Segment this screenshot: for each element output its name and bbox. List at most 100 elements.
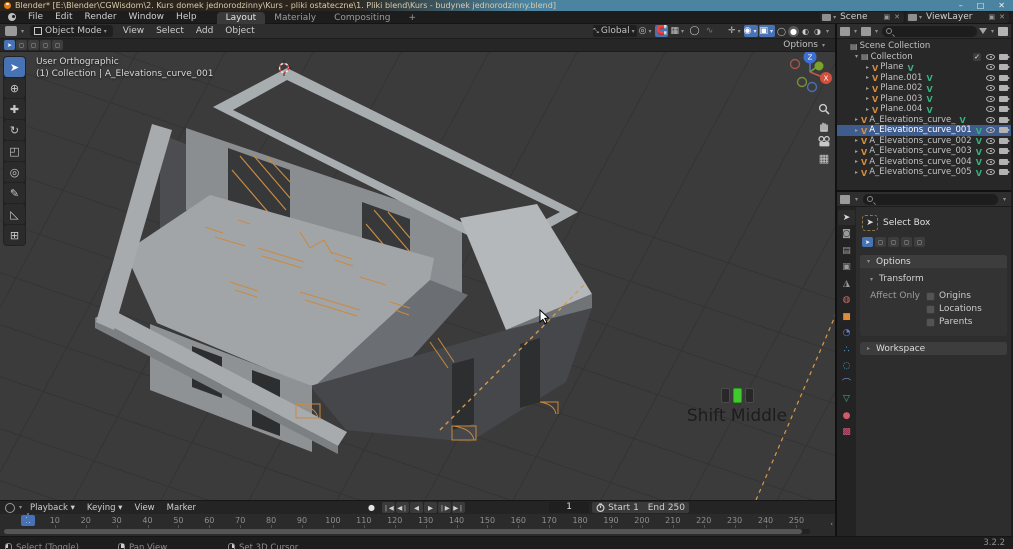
tool-cursor[interactable]: ⊕ xyxy=(4,78,25,98)
outliner-row-a-elevations-curve-002[interactable]: ▸ɅA_Elevations_curve_002Ʌ xyxy=(837,136,1011,147)
proportional-falloff-selector[interactable]: ∿ xyxy=(703,25,716,37)
properties-tab-tool[interactable]: ➤ xyxy=(838,210,855,225)
expand-icon[interactable]: ▸ xyxy=(863,85,872,92)
checkbox-locations[interactable] xyxy=(926,305,935,314)
hide-in-viewport-icon[interactable] xyxy=(986,75,995,81)
hide-in-viewport-icon[interactable] xyxy=(986,54,995,60)
shading-solid-button[interactable]: ● xyxy=(788,26,799,37)
jump-to-start-button[interactable]: ❘◀ xyxy=(382,502,395,513)
properties-tab-world[interactable]: ◍ xyxy=(838,293,855,308)
properties-tab-modifiers[interactable]: ◔ xyxy=(838,326,855,341)
viewport-3d-canvas[interactable]: Z X User Orthographic (1) C xyxy=(0,52,835,500)
select-mode-new[interactable]: ➤ xyxy=(4,40,15,50)
hide-in-viewport-icon[interactable] xyxy=(986,117,995,123)
menu-edit[interactable]: Edit xyxy=(49,12,78,22)
minimize-button[interactable]: – xyxy=(959,1,963,10)
blender-menu-icon[interactable] xyxy=(6,13,17,22)
properties-tab-material[interactable]: ● xyxy=(838,408,855,423)
options-dropdown[interactable]: Options ▾ xyxy=(783,40,831,50)
checkbox-origins[interactable] xyxy=(926,292,935,301)
select-mode-extend[interactable]: ◻ xyxy=(16,40,27,50)
workspace-tab-compositing[interactable]: Compositing xyxy=(325,12,399,24)
jump-to-end-button[interactable]: ▶❘ xyxy=(452,502,465,513)
disable-in-renders-icon[interactable] xyxy=(999,117,1008,123)
expand-icon[interactable]: ▸ xyxy=(863,64,872,71)
properties-tab-texture[interactable]: ▩ xyxy=(838,425,855,440)
timeline-scrollbar[interactable] xyxy=(4,529,810,534)
disable-in-renders-icon[interactable] xyxy=(999,169,1008,175)
select-mode-extend[interactable]: ◻ xyxy=(875,237,886,247)
camera-view-icon[interactable] xyxy=(816,134,832,149)
expand-icon[interactable]: ▸ xyxy=(852,127,861,134)
expand-icon[interactable]: ▸ xyxy=(852,148,861,155)
select-mode-invert[interactable]: ◻ xyxy=(40,40,51,50)
play-reverse-button[interactable]: ◀ xyxy=(410,502,423,513)
select-mode-new[interactable]: ➤ xyxy=(862,237,873,247)
outliner-row-plane[interactable]: ▸ɅPlaneɅ xyxy=(837,62,1011,73)
select-mode-invert[interactable]: ◻ xyxy=(901,237,912,247)
timeline-menu-keying[interactable]: Keying ▾ xyxy=(81,503,129,513)
hide-in-viewport-icon[interactable] xyxy=(986,64,995,70)
outliner-row-a-elevations-curve-003[interactable]: ▸ɅA_Elevations_curve_003Ʌ xyxy=(837,146,1011,157)
properties-tab-object-data[interactable]: ▽ xyxy=(838,392,855,407)
outliner-row-a-elevations-curve-[interactable]: ▸ɅA_Elevations_curve_Ʌ xyxy=(837,115,1011,126)
viewport-menu-view[interactable]: View xyxy=(117,26,150,36)
play-button[interactable]: ▶ xyxy=(424,502,437,513)
show-overlays-toggle[interactable]: ◉▾ xyxy=(744,25,759,37)
display-mode-icon[interactable] xyxy=(861,27,871,36)
transform-subpanel-header[interactable]: ▾ Transform xyxy=(864,272,1003,288)
workspace-panel-header[interactable]: ▸ Workspace xyxy=(860,342,1007,355)
disable-in-renders-icon[interactable] xyxy=(999,138,1008,144)
outliner-row-plane-003[interactable]: ▸ɅPlane.003Ʌ xyxy=(837,94,1011,105)
tool-add-cube[interactable]: ⊞ xyxy=(4,225,25,245)
proportional-editing-toggle[interactable]: ◯ xyxy=(688,25,701,37)
timeline-ruler[interactable]: 1 10203040506070809010011012013014015016… xyxy=(0,514,835,528)
pan-view-hand-icon[interactable] xyxy=(816,118,832,133)
menu-window[interactable]: Window xyxy=(123,12,171,22)
snap-to-selector[interactable]: ▦▾ xyxy=(670,25,686,37)
close-button[interactable]: ✕ xyxy=(998,1,1005,10)
frame-range-fields[interactable]: Start 1 End 250 xyxy=(592,502,689,513)
current-frame-field[interactable]: 1 xyxy=(549,502,589,513)
properties-search-input[interactable] xyxy=(863,194,998,205)
disable-in-renders-icon[interactable] xyxy=(999,64,1008,70)
hide-in-viewport-icon[interactable] xyxy=(986,96,995,102)
shading-rendered-button[interactable]: ◑ xyxy=(812,26,823,37)
hide-in-viewport-icon[interactable] xyxy=(986,159,995,165)
properties-tab-particles[interactable]: ∴ xyxy=(838,342,855,357)
tool-scale[interactable]: ◰ xyxy=(4,141,25,161)
disable-in-renders-icon[interactable] xyxy=(999,106,1008,112)
orientation-selector[interactable]: ⤡ Global ▾ xyxy=(593,25,636,37)
timeline-menu-view[interactable]: View xyxy=(128,503,160,513)
hide-in-viewport-icon[interactable] xyxy=(986,85,995,91)
hide-in-viewport-icon[interactable] xyxy=(986,148,995,154)
expand-icon[interactable]: ▸ xyxy=(852,116,861,123)
properties-tab-physics[interactable]: ◌ xyxy=(838,359,855,374)
copy-view-layer-icon[interactable]: ▣ xyxy=(987,13,998,21)
timeline-menu-marker[interactable]: Marker xyxy=(161,503,202,513)
timeline-menu-playback[interactable]: Playback ▾ xyxy=(24,503,81,513)
menu-file[interactable]: File xyxy=(22,12,49,22)
expand-icon[interactable]: ▸ xyxy=(863,106,872,113)
maximize-button[interactable]: □ xyxy=(977,1,985,10)
show-gizmo-toggle[interactable]: ✛▾ xyxy=(728,25,743,37)
disable-in-renders-icon[interactable] xyxy=(999,85,1008,91)
outliner-row-collection[interactable]: ▾▤Collection✓ xyxy=(837,52,1011,63)
menu-render[interactable]: Render xyxy=(79,12,123,22)
expand-icon[interactable]: ▸ xyxy=(863,74,872,81)
options-panel-header[interactable]: ▾ Options xyxy=(860,255,1007,268)
tool-measure[interactable]: ◺ xyxy=(4,204,25,224)
snap-toggle[interactable]: 🧲 xyxy=(655,25,668,37)
hide-in-viewport-icon[interactable] xyxy=(986,106,995,112)
outliner-row-plane-002[interactable]: ▸ɅPlane.002Ʌ xyxy=(837,83,1011,94)
viewport-menu-object[interactable]: Object xyxy=(219,26,260,36)
outliner-row-scene-collection[interactable]: ▤Scene Collection xyxy=(837,41,1011,52)
expand-icon[interactable]: ▸ xyxy=(863,95,872,102)
properties-tab-output[interactable]: ▤ xyxy=(838,243,855,258)
select-mode-intersect[interactable]: ◻ xyxy=(52,40,63,50)
properties-tab-scene[interactable]: ◮ xyxy=(838,276,855,291)
properties-tab-view-layer[interactable]: ▣ xyxy=(838,260,855,275)
disable-in-renders-icon[interactable] xyxy=(999,148,1008,154)
shading-wireframe-button[interactable]: ◯ xyxy=(776,26,787,37)
collapse-arrow-icon[interactable]: ‹ xyxy=(830,520,833,528)
